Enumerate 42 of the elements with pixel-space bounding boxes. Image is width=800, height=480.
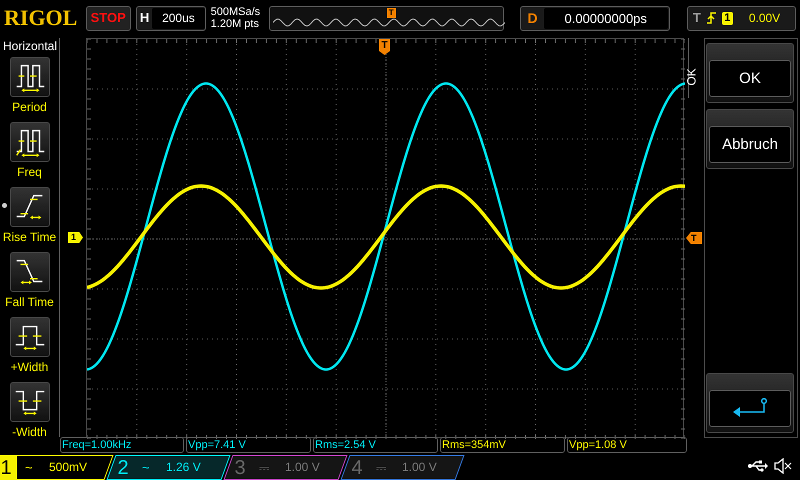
measurement-readout: Vpp=1.08 V xyxy=(567,437,687,453)
menu-softkey[interactable]: +Width xyxy=(0,317,60,380)
channel-tab[interactable]: 2 ~ 1.26 V xyxy=(106,455,231,480)
channel-offset-marker: 1 xyxy=(68,232,83,243)
trigger-position-marker: T xyxy=(386,8,396,18)
timebase-panel[interactable]: H 200us xyxy=(136,6,206,30)
timebase-label: H xyxy=(140,9,150,28)
menu-softkey[interactable]: -Width xyxy=(0,382,60,445)
trigger-position-marker: T xyxy=(379,39,390,55)
measurement-readout: Rms=2.54 V xyxy=(313,437,438,453)
measurement-readout: Rms=354mV xyxy=(440,437,565,453)
menu-softkey[interactable]: Fall Time xyxy=(0,252,60,315)
channel-tab[interactable]: 1 ~ 500mV xyxy=(0,455,114,480)
enter-icon xyxy=(732,398,768,418)
measurement-readout: Freq=1.00kHz xyxy=(60,437,184,453)
run-stop-button[interactable]: STOP xyxy=(86,6,131,30)
delay-panel[interactable]: D 0.00000000ps xyxy=(520,6,670,30)
side-tab-label: OK xyxy=(684,68,699,86)
logo: RIGOL xyxy=(4,4,78,32)
menu-title: Horizontal xyxy=(2,38,58,53)
trigger-panel[interactable]: T 1 0.00V xyxy=(686,6,796,30)
trigger-source-badge: 1 xyxy=(722,12,733,24)
memory-depth: 1.20M pts xyxy=(210,18,260,30)
softkey-button[interactable]: Abbruch xyxy=(706,109,794,169)
delay-value: 0.00000000ps xyxy=(544,8,668,28)
rising-edge-icon xyxy=(706,11,716,25)
menu-softkey[interactable]: Period xyxy=(0,57,60,120)
trigger-label: T xyxy=(692,9,701,28)
trigger-level-marker: T xyxy=(686,232,702,244)
usb-icon xyxy=(748,460,768,472)
timebase-value: 200us xyxy=(152,8,205,28)
delay-label: D xyxy=(527,8,538,28)
speaker-muted-icon xyxy=(774,458,792,474)
measurement-readout: Vpp=7.41 V xyxy=(186,437,311,453)
channel-tab[interactable]: 3 ⎓ 1.00 V xyxy=(223,455,348,480)
sample-rate: 500MSa/s xyxy=(210,6,262,18)
menu-softkey[interactable]: Rise Time xyxy=(0,187,60,250)
trigger-level: 0.00V xyxy=(748,10,780,27)
enter-button[interactable] xyxy=(706,373,794,433)
channel-tab[interactable]: 4 ⎓ 1.00 V xyxy=(340,455,465,480)
softkey-button[interactable]: OK xyxy=(706,43,794,103)
menu-softkey[interactable]: Freq xyxy=(0,122,60,185)
